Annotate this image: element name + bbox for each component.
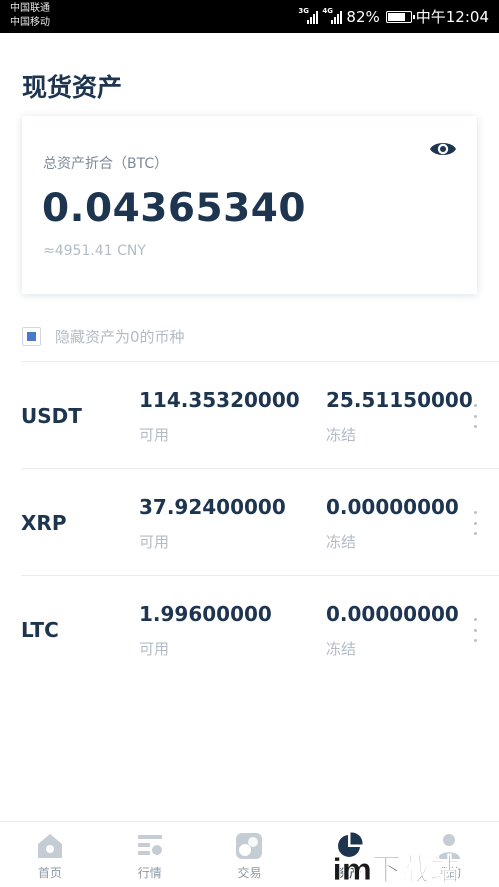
frozen-amount: 0.00000000	[326, 495, 459, 519]
asset-row-usdt[interactable]: USDT 114.35320000 可用 25.51150000 冻结	[21, 361, 499, 468]
nav-market[interactable]: 行情	[100, 822, 200, 887]
asset-list: USDT 114.35320000 可用 25.51150000 冻结 XRP …	[0, 361, 499, 682]
frozen-label: 冻结	[326, 533, 357, 551]
frozen-label: 冻结	[326, 426, 357, 444]
asset-symbol: LTC	[21, 618, 59, 642]
hide-zero-toggle[interactable]: 隐藏资产为0的币种	[22, 326, 185, 347]
hide-zero-label: 隐藏资产为0的币种	[55, 328, 185, 346]
watermark: im下载站	[332, 846, 499, 887]
status-bar: 中国联通 中国移动 3G 4G 82% 中午12:04	[0, 0, 499, 33]
available-label: 可用	[139, 640, 170, 658]
carrier-info: 中国联通 中国移动	[10, 2, 50, 30]
trade-icon	[236, 833, 263, 859]
available-label: 可用	[139, 533, 170, 551]
signal-1-icon: 3G	[298, 7, 319, 24]
asset-symbol: USDT	[21, 404, 82, 428]
more-vertical-icon[interactable]	[471, 404, 479, 428]
cny-estimate: ≈4951.41 CNY	[43, 243, 146, 259]
frozen-amount: 25.51150000	[326, 388, 473, 412]
home-icon	[37, 834, 62, 858]
nav-label-trade: 交易	[237, 866, 262, 880]
signal-2-icon: 4G	[322, 7, 343, 24]
clock: 中午12:04	[415, 8, 489, 26]
battery-percent: 82%	[346, 7, 380, 26]
total-assets-label: 总资产折合（BTC）	[43, 156, 169, 172]
status-indicators: 3G 4G 82% 中午12:04	[298, 0, 489, 33]
more-vertical-icon[interactable]	[471, 511, 479, 535]
nav-label-market: 行情	[137, 866, 162, 880]
carrier-1: 中国联通	[10, 3, 50, 14]
frozen-amount: 0.00000000	[326, 602, 459, 626]
eye-icon[interactable]	[429, 138, 457, 160]
more-vertical-icon[interactable]	[471, 618, 479, 642]
available-amount: 114.35320000	[139, 388, 300, 412]
watermark-text: im下载站	[332, 852, 461, 887]
hide-zero-checkbox[interactable]	[22, 327, 41, 346]
carrier-2: 中国移动	[10, 17, 50, 28]
available-label: 可用	[139, 426, 170, 444]
market-icon	[137, 835, 162, 855]
asset-row-ltc[interactable]: LTC 1.99600000 可用 0.00000000 冻结	[21, 575, 499, 682]
frozen-label: 冻结	[326, 640, 357, 658]
page-title: 现货资产	[22, 73, 123, 102]
available-amount: 37.92400000	[139, 495, 286, 519]
total-btc-value: 0.04365340	[42, 186, 307, 231]
asset-row-xrp[interactable]: XRP 37.92400000 可用 0.00000000 冻结	[21, 468, 499, 575]
asset-symbol: XRP	[21, 511, 67, 535]
nav-trade[interactable]: 交易	[200, 822, 300, 887]
battery-icon	[385, 10, 415, 23]
available-amount: 1.99600000	[139, 602, 272, 626]
total-assets-card: 总资产折合（BTC） 0.04365340 ≈4951.41 CNY	[22, 116, 477, 294]
nav-home[interactable]: 首页	[0, 822, 100, 887]
nav-label-home: 首页	[37, 866, 62, 880]
